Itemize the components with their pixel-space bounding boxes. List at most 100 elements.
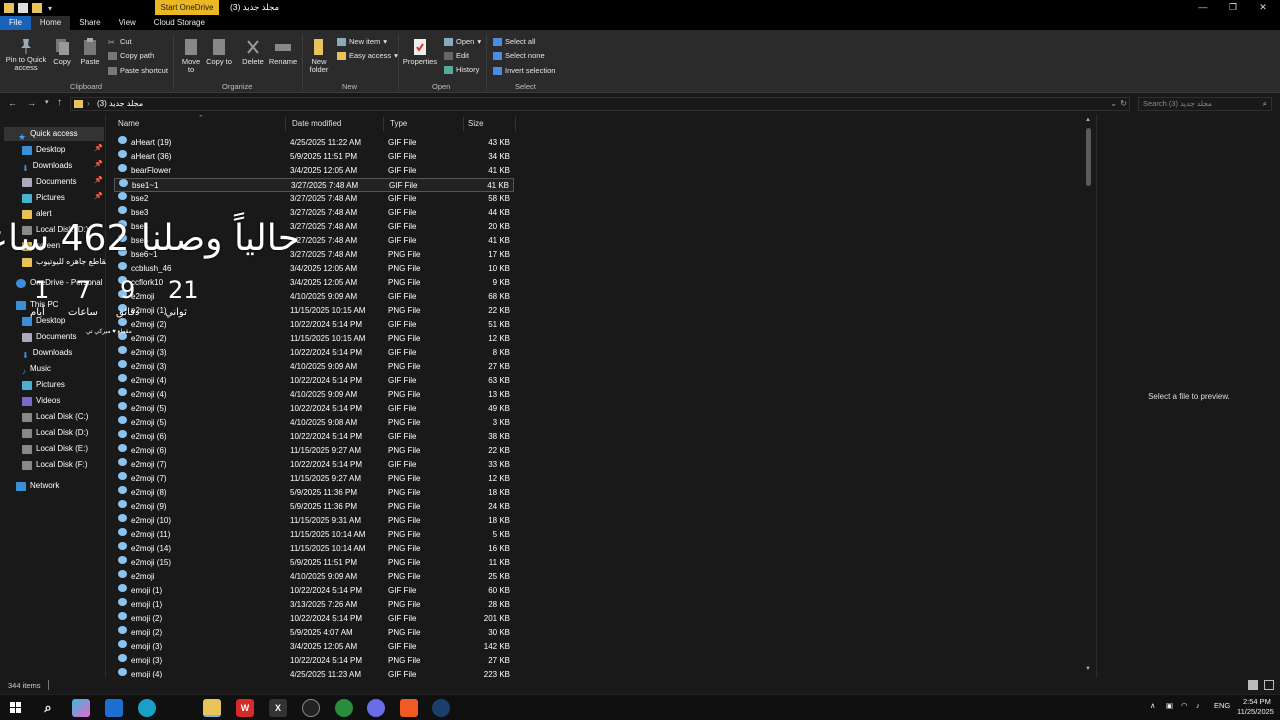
tab-view[interactable]: View xyxy=(110,16,145,30)
minimize-button[interactable]: — xyxy=(1188,0,1218,14)
column-header-date[interactable]: Date modified xyxy=(286,117,384,131)
large-icons-view-icon[interactable] xyxy=(1264,680,1274,690)
customize-qa-icon[interactable]: ▾ xyxy=(48,4,52,13)
table-row[interactable]: e2moji (3) 4/10/2025 9:09 AM PNG File 27 KB xyxy=(114,360,514,374)
table-row[interactable]: e2moji (7) 10/22/2024 5:14 PM GIF File 33 K… xyxy=(114,458,514,472)
nav-qa-desktop[interactable]: Desktop xyxy=(22,143,65,157)
table-row[interactable]: e2moji (3) 10/22/2024 5:14 PM GIF File 8 KB xyxy=(114,346,514,360)
nav-pc-documents[interactable]: Documents xyxy=(22,330,76,344)
invert-selection-button[interactable]: Invert selection xyxy=(493,66,555,75)
properties-button[interactable]: Properties xyxy=(402,38,438,66)
pin-quick-access-button[interactable]: Pin to Quick access xyxy=(4,38,48,72)
delete-button[interactable]: Delete xyxy=(240,38,266,66)
tab-home[interactable]: Home xyxy=(30,16,71,30)
copy-to-button[interactable]: Copy to xyxy=(206,38,232,66)
table-row[interactable]: emoji (3) 3/4/2025 12:05 AM GIF File 142 KB xyxy=(114,640,514,654)
clock-date[interactable]: 11/25/2025 xyxy=(1237,707,1274,716)
volume-icon[interactable]: ♪ xyxy=(1196,701,1200,710)
nav-network[interactable]: Network xyxy=(16,479,59,493)
wifi-icon[interactable]: ◠ xyxy=(1181,701,1188,710)
table-row[interactable]: e2moji (6) 11/15/2025 9:27 AM PNG File 22 K… xyxy=(114,444,514,458)
obs-icon[interactable] xyxy=(302,699,320,717)
table-row[interactable]: aHeart (36) 5/9/2025 11:51 PM GIF File 34 K… xyxy=(114,150,514,164)
edge-icon[interactable] xyxy=(138,699,156,717)
excel-icon[interactable]: X xyxy=(269,699,287,717)
history-button[interactable]: History xyxy=(444,65,479,74)
back-arrow-icon[interactable]: ← xyxy=(8,98,17,108)
scrollbar-thumb[interactable] xyxy=(1086,128,1091,186)
table-row[interactable]: e2moji (5) 10/22/2024 5:14 PM GIF File 49 K… xyxy=(114,402,514,416)
table-row[interactable]: e2moji 4/10/2025 9:09 AM PNG File 25 KB xyxy=(114,570,514,584)
nav-pc-disk-e[interactable]: Local Disk (E:) xyxy=(22,442,88,456)
table-row[interactable]: e2moji (2) 11/15/2025 10:15 AM PNG File 12 … xyxy=(114,332,514,346)
properties-qa-icon[interactable] xyxy=(18,3,28,13)
copy-button[interactable]: Copy xyxy=(50,38,74,66)
nav-pc-disk-c[interactable]: Local Disk (C:) xyxy=(22,410,88,424)
table-row[interactable]: ccblush_46 3/4/2025 12:05 AM PNG File 10 KB xyxy=(114,262,514,276)
rename-button[interactable]: Rename xyxy=(268,38,298,66)
table-row[interactable]: bse2 3/27/2025 7:48 AM GIF File 58 KB xyxy=(114,192,514,206)
new-folder-qa-icon[interactable] xyxy=(32,3,42,13)
scroll-down-icon[interactable]: ▼ xyxy=(1085,666,1091,672)
table-row[interactable]: e2moji (4) 4/10/2025 9:09 AM PNG File 13 KB xyxy=(114,388,514,402)
column-header-type[interactable]: Type xyxy=(384,117,464,131)
nav-quick-access[interactable]: ★ Quick access xyxy=(4,127,104,142)
table-row[interactable]: emoji (1) 3/13/2025 7:26 AM PNG File 28 KB xyxy=(114,598,514,612)
paste-button[interactable]: Paste xyxy=(78,38,102,66)
table-row[interactable]: emoji (1) 10/22/2024 5:14 PM GIF File 60 KB xyxy=(114,584,514,598)
table-row[interactable]: e2moji (7) 11/15/2025 9:27 AM PNG File 12 K… xyxy=(114,472,514,486)
copilot-icon[interactable] xyxy=(72,699,90,717)
table-row[interactable]: emoji (2) 5/9/2025 4:07 AM PNG File 30 KB xyxy=(114,626,514,640)
new-folder-button[interactable]: New folder xyxy=(306,38,332,74)
paste-shortcut-button[interactable]: Paste shortcut xyxy=(108,66,168,75)
tray-overflow-icon[interactable]: ∧ xyxy=(1150,701,1156,710)
table-row[interactable]: e2moji (6) 10/22/2024 5:14 PM GIF File 38 K… xyxy=(114,430,514,444)
clock-time[interactable]: 2:54 PM xyxy=(1243,697,1271,706)
new-item-button[interactable]: New item ▾ xyxy=(337,37,387,46)
brave-icon[interactable] xyxy=(400,699,418,717)
table-row[interactable]: e2moji (15) 5/9/2025 11:51 PM PNG File 11 K… xyxy=(114,556,514,570)
table-row[interactable]: bse1~1 3/27/2025 7:48 AM GIF File 41 KB xyxy=(114,178,514,192)
tab-share[interactable]: Share xyxy=(70,16,109,30)
forward-arrow-icon[interactable]: → xyxy=(27,98,36,108)
column-header-name[interactable]: Name xyxy=(112,117,286,131)
up-arrow-icon[interactable]: ↑ xyxy=(57,97,62,108)
file-explorer-icon[interactable] xyxy=(203,699,221,717)
table-row[interactable]: e2moji (10) 11/15/2025 9:31 AM PNG File 18 … xyxy=(114,514,514,528)
table-row[interactable]: e2moji (8) 5/9/2025 11:36 PM PNG File 18 KB xyxy=(114,486,514,500)
move-to-button[interactable]: Move to xyxy=(178,38,204,74)
address-field[interactable]: › مجلد جديد (3) ⌄ ↻ xyxy=(70,97,1130,111)
recent-locations-icon[interactable]: ▾ xyxy=(45,98,49,106)
select-all-button[interactable]: Select all xyxy=(493,37,535,46)
mail-icon[interactable] xyxy=(105,699,123,717)
nav-qa-downloads[interactable]: ⬇ Downloads xyxy=(22,159,72,173)
tab-cloud-storage[interactable]: Cloud Storage xyxy=(145,16,214,30)
close-button[interactable]: ✕ xyxy=(1248,0,1278,14)
nav-pc-videos[interactable]: Videos xyxy=(22,394,60,408)
wps-icon[interactable]: W xyxy=(236,699,254,717)
nav-pc-downloads[interactable]: ⬇ Downloads xyxy=(22,346,72,360)
table-row[interactable]: aHeart (19) 4/25/2025 11:22 AM GIF File 43 … xyxy=(114,136,514,150)
table-row[interactable]: emoji (3) 10/22/2024 5:14 PM PNG File 27 KB xyxy=(114,654,514,668)
table-row[interactable]: emoji (2) 10/22/2024 5:14 PM GIF File 201 K… xyxy=(114,612,514,626)
nav-pc-pictures[interactable]: Pictures xyxy=(22,378,65,392)
open-button[interactable]: Open ▾ xyxy=(444,37,481,46)
table-row[interactable]: e2moji (9) 5/9/2025 11:36 PM PNG File 24 KB xyxy=(114,500,514,514)
table-row[interactable]: e2moji (5) 4/10/2025 9:08 AM PNG File 3 KB xyxy=(114,416,514,430)
vertical-scrollbar[interactable]: ▲ ▼ xyxy=(1083,117,1095,678)
language-indicator[interactable]: ENG xyxy=(1214,701,1230,710)
table-row[interactable]: bearFlower 3/4/2025 12:05 AM GIF File 41 KB xyxy=(114,164,514,178)
copy-path-button[interactable]: Copy path xyxy=(108,51,154,60)
details-view-icon[interactable] xyxy=(1248,680,1258,690)
scroll-up-icon[interactable]: ▲ xyxy=(1085,117,1091,123)
easy-access-button[interactable]: Easy access ▾ xyxy=(337,51,398,60)
table-row[interactable]: e2moji (14) 11/15/2025 10:14 AM PNG File 16… xyxy=(114,542,514,556)
table-row[interactable]: e2moji (4) 10/22/2024 5:14 PM GIF File 63 K… xyxy=(114,374,514,388)
search-icon[interactable]: ⌕ xyxy=(39,699,57,717)
steam-icon[interactable] xyxy=(432,699,450,717)
restore-button[interactable]: ❐ xyxy=(1218,0,1248,14)
table-row[interactable]: e2moji (2) 10/22/2024 5:14 PM GIF File 51 K… xyxy=(114,318,514,332)
start-icon[interactable] xyxy=(7,699,25,717)
address-dropdown-icon[interactable]: ⌄ xyxy=(1110,98,1117,110)
search-input[interactable]: Search مجلد جديد (3) ⌕ xyxy=(1138,97,1272,111)
